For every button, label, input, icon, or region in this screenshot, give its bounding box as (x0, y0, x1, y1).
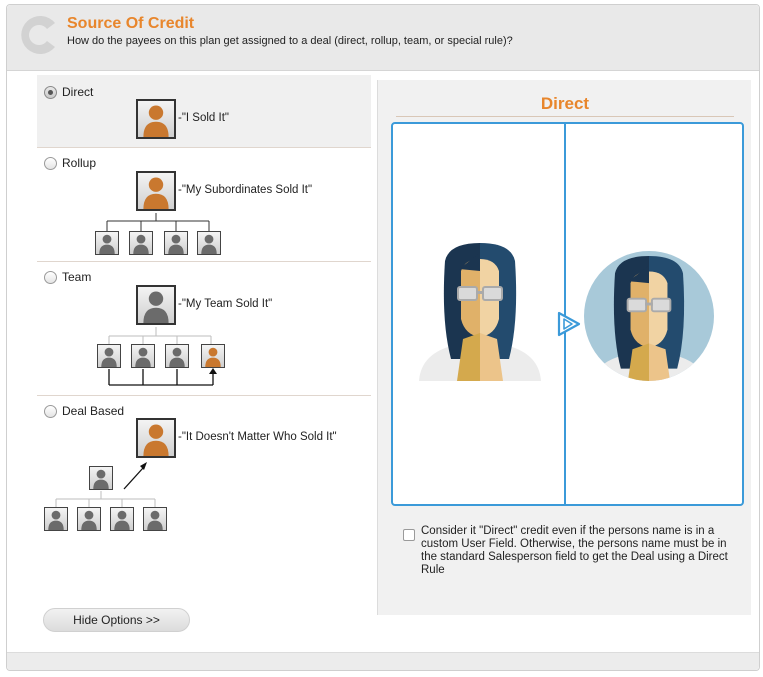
c-logo-icon (21, 16, 55, 55)
option-direct[interactable]: Direct -"I Sold It" (37, 75, 371, 148)
option-rollup[interactable]: Rollup -"My Subordinates Sold It" (37, 148, 371, 262)
person-gray-icon (197, 231, 221, 255)
preview-divider (396, 116, 734, 117)
person-gray-icon (143, 507, 167, 531)
person-gray-icon (165, 344, 189, 368)
option-deal-based[interactable]: Deal Based -"It Doesn't Matter Who Sold … (37, 396, 371, 546)
preview-title: Direct (540, 94, 590, 113)
person-gray-icon (77, 507, 101, 531)
play-arrow-icon (557, 311, 581, 337)
page-subtitle: How do the payees on this plan get assig… (67, 35, 513, 47)
radio-direct[interactable] (44, 86, 57, 99)
hide-options-button[interactable]: Hide Options >> (43, 608, 190, 632)
credit-options-list: Direct -"I Sold It" Rollup -"My Subordin… (37, 75, 371, 615)
person-gray-icon (110, 507, 134, 531)
preview-panel: Direct Consider it "Direct" credit even … (377, 80, 751, 615)
salesperson-icon (415, 237, 545, 385)
credited-person-icon (584, 251, 714, 381)
page-title: Source Of Credit (67, 15, 195, 32)
person-gray-icon (131, 344, 155, 368)
person-gray-icon (44, 507, 68, 531)
header: Source Of Credit How do the payees on th… (7, 5, 759, 71)
person-orange-small-icon (201, 344, 225, 368)
direct-credit-checkbox-label: Consider it "Direct" credit even if the … (421, 525, 728, 576)
direct-illustration (391, 122, 744, 506)
person-gray-icon (164, 231, 188, 255)
person-orange-icon (136, 99, 176, 139)
person-gray-icon (129, 231, 153, 255)
person-gray-icon (95, 231, 119, 255)
person-gray-icon (89, 466, 113, 490)
option-team[interactable]: Team -"My Team Sold It" (37, 262, 371, 396)
direct-credit-checkbox[interactable] (403, 529, 415, 541)
person-gray-icon (97, 344, 121, 368)
footer-bar (7, 652, 759, 670)
team-tree-lines (108, 327, 217, 386)
option-direct-caption: -"I Sold It" (178, 112, 229, 124)
option-direct-label: Direct (62, 85, 94, 99)
